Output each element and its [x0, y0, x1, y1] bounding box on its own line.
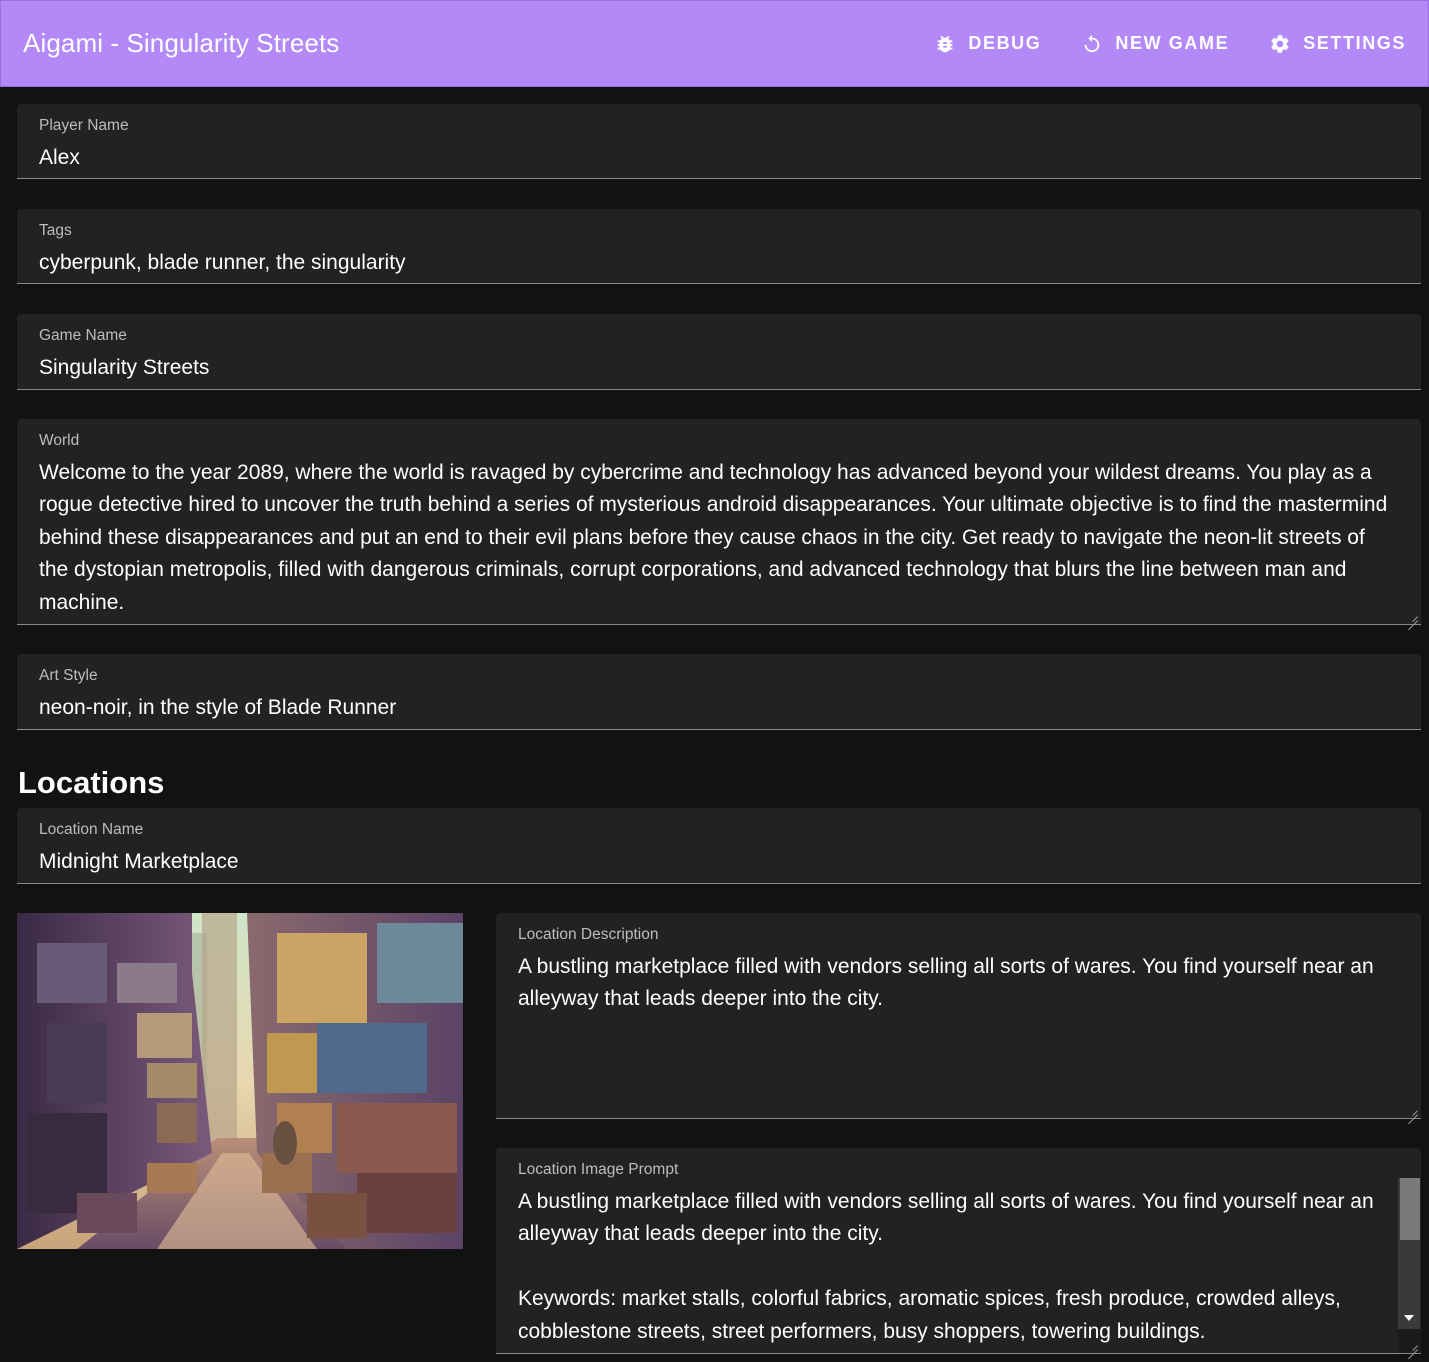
app-bar: Aigami - Singularity Streets DEBUG NEW G… — [0, 0, 1429, 87]
alley-illustration — [17, 913, 463, 1249]
vertical-scrollbar[interactable] — [1398, 1178, 1420, 1352]
tags-input[interactable]: cyberpunk, blade runner, the singularity — [39, 247, 1399, 279]
player-name-input[interactable]: Alex — [39, 142, 1399, 174]
location-image-prompt-label: Location Image Prompt — [518, 1161, 679, 1178]
location-name-label: Location Name — [39, 821, 144, 838]
location-description-textarea[interactable]: A bustling marketplace filled with vendo… — [518, 951, 1399, 1016]
scroll-corner — [1398, 1329, 1421, 1353]
world-label: World — [39, 432, 80, 449]
game-name-label: Game Name — [39, 327, 127, 344]
new-game-button[interactable]: NEW GAME — [1081, 33, 1229, 55]
game-name-input[interactable]: Singularity Streets — [39, 352, 1399, 384]
app-title: Aigami - Singularity Streets — [23, 28, 340, 58]
debug-label: DEBUG — [968, 33, 1042, 53]
restart-icon — [1085, 34, 1100, 52]
settings-label: SETTINGS — [1303, 33, 1406, 53]
tags-field[interactable]: Tags cyberpunk, blade runner, the singul… — [17, 209, 1421, 284]
location-description-label: Location Description — [518, 926, 659, 943]
settings-button[interactable]: SETTINGS — [1269, 33, 1406, 55]
resize-grip-icon[interactable] — [1407, 1339, 1418, 1350]
location-image-prompt-field[interactable]: Location Image Prompt A bustling marketp… — [496, 1148, 1421, 1354]
tags-label: Tags — [39, 222, 72, 239]
scroll-down-arrow-icon[interactable] — [1398, 1310, 1420, 1326]
art-style-input[interactable]: neon-noir, in the style of Blade Runner — [39, 692, 1399, 724]
location-image-prompt-textarea[interactable]: A bustling marketplace filled with vendo… — [518, 1186, 1387, 1348]
world-textarea[interactable]: Welcome to the year 2089, where the worl… — [39, 457, 1399, 619]
location-image — [17, 913, 463, 1249]
debug-button[interactable]: DEBUG — [934, 33, 1041, 55]
art-style-label: Art Style — [39, 667, 98, 684]
player-name-field[interactable]: Player Name Alex — [17, 104, 1421, 179]
world-field[interactable]: World Welcome to the year 2089, where th… — [17, 419, 1421, 625]
scrollbar-thumb[interactable] — [1400, 1178, 1420, 1240]
location-description-field[interactable]: Location Description A bustling marketpl… — [496, 913, 1421, 1119]
gear-icon — [1271, 34, 1289, 53]
location-name-input[interactable]: Midnight Marketplace — [39, 846, 1399, 878]
resize-grip-icon[interactable] — [1407, 1104, 1418, 1115]
bug-icon — [938, 35, 953, 52]
game-name-field[interactable]: Game Name Singularity Streets — [17, 314, 1421, 390]
locations-heading: Locations — [18, 765, 165, 800]
art-style-field[interactable]: Art Style neon-noir, in the style of Bla… — [17, 654, 1421, 730]
player-name-label: Player Name — [39, 117, 129, 134]
new-game-label: NEW GAME — [1115, 33, 1230, 53]
location-name-field[interactable]: Location Name Midnight Marketplace — [17, 808, 1421, 884]
resize-grip-icon[interactable] — [1407, 610, 1418, 621]
